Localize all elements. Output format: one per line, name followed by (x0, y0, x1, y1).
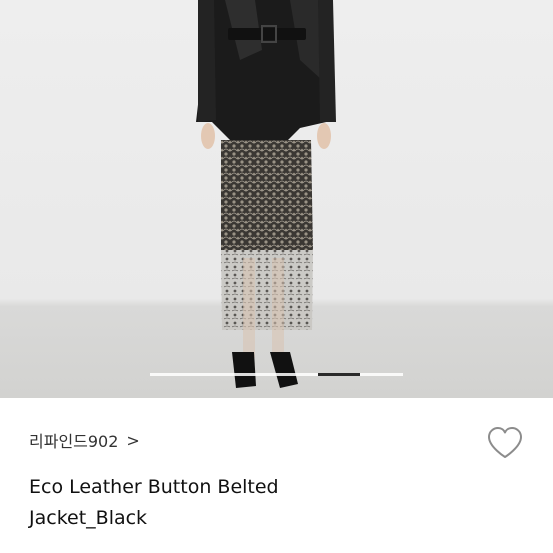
shop-link[interactable]: 리파인드902 > (29, 428, 140, 452)
carousel-indicator (150, 373, 403, 376)
product-info: 리파인드902 > Eco Leather Button Belted Jack… (0, 398, 553, 553)
shop-name: 리파인드902 (29, 432, 119, 451)
product-title-line2: Jacket_Black (29, 507, 148, 529)
chevron-right-icon: > (126, 430, 140, 450)
wishlist-button[interactable] (486, 426, 524, 460)
heart-outline-icon (488, 427, 522, 458)
product-photo-illustration (196, 0, 336, 388)
carousel-indicator-active (318, 373, 360, 376)
product-title: Eco Leather Button Belted Jacket_Black (29, 472, 429, 534)
product-image[interactable] (0, 0, 553, 398)
product-title-line1: Eco Leather Button Belted (29, 476, 279, 498)
